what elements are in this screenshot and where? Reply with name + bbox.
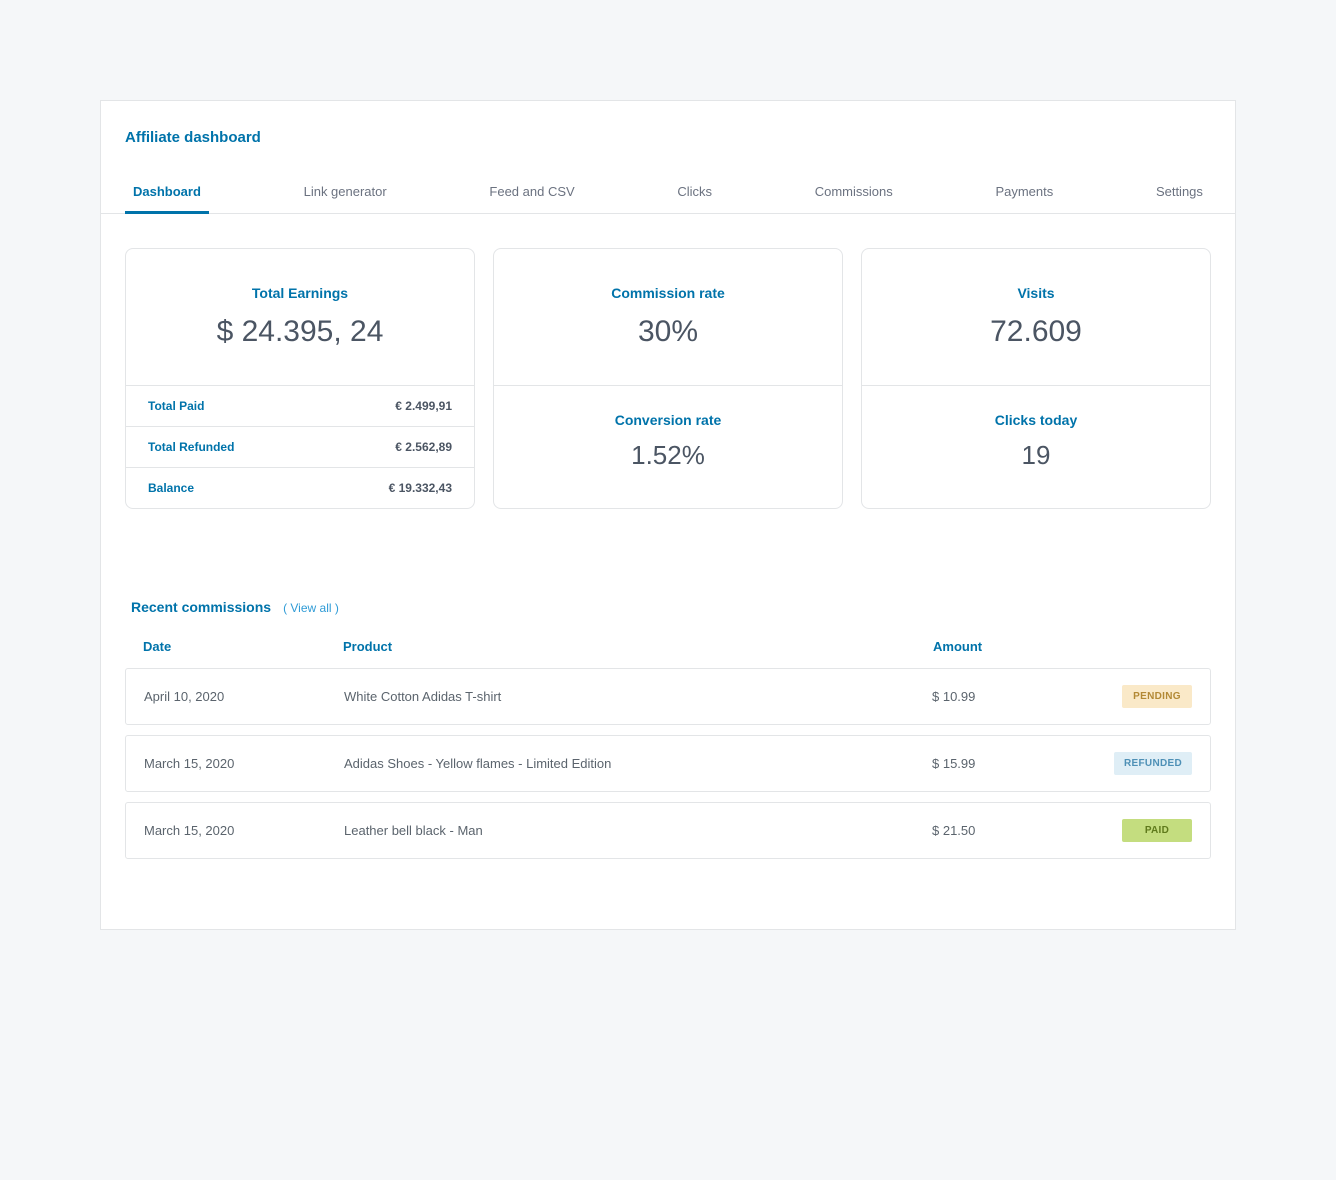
view-all-link[interactable]: ( View all ) bbox=[283, 601, 339, 615]
table-row: March 15, 2020 Adidas Shoes - Yellow fla… bbox=[125, 735, 1211, 792]
subrow-value: € 2.562,89 bbox=[395, 440, 452, 454]
card-earnings-top: Total Earnings $ 24.395, 24 bbox=[126, 249, 474, 385]
card-commission-rate-value: 30% bbox=[504, 315, 832, 349]
card-conversion: Conversion rate 1.52% bbox=[494, 385, 842, 501]
card-commission: Commission rate 30% Conversion rate 1.52… bbox=[493, 248, 843, 509]
row-product: Leather bell black - Man bbox=[344, 823, 932, 838]
row-date: April 10, 2020 bbox=[144, 689, 344, 704]
row-status: REFUNDED bbox=[1102, 752, 1192, 775]
card-earnings-subrows: Total Paid € 2.499,91 Total Refunded € 2… bbox=[126, 385, 474, 508]
tab-feed-csv[interactable]: Feed and CSV bbox=[481, 174, 582, 214]
card-conversion-rate-value: 1.52% bbox=[504, 440, 832, 471]
subrow-label: Balance bbox=[148, 481, 194, 495]
page-title: Affiliate dashboard bbox=[101, 129, 1235, 174]
table-header: Date Product Amount bbox=[125, 639, 1211, 668]
tab-dashboard[interactable]: Dashboard bbox=[125, 174, 209, 214]
tab-link-generator[interactable]: Link generator bbox=[296, 174, 395, 214]
card-commission-rate-label: Commission rate bbox=[504, 285, 832, 301]
card-commission-top: Commission rate 30% bbox=[494, 249, 842, 385]
subrow-value: € 2.499,91 bbox=[395, 399, 452, 413]
row-date: March 15, 2020 bbox=[144, 823, 344, 838]
status-badge-pending: PENDING bbox=[1122, 685, 1192, 708]
row-amount: $ 21.50 bbox=[932, 823, 1102, 838]
status-badge-paid: PAID bbox=[1122, 819, 1192, 842]
tab-settings[interactable]: Settings bbox=[1148, 174, 1211, 214]
row-status: PENDING bbox=[1102, 685, 1192, 708]
tab-payments[interactable]: Payments bbox=[987, 174, 1061, 214]
stat-cards: Total Earnings $ 24.395, 24 Total Paid €… bbox=[101, 214, 1235, 509]
dashboard-panel: Affiliate dashboard Dashboard Link gener… bbox=[100, 100, 1236, 930]
subrow-label: Total Refunded bbox=[148, 440, 234, 454]
subrow-total-paid: Total Paid € 2.499,91 bbox=[126, 386, 474, 427]
card-visits-top: Visits 72.609 bbox=[862, 249, 1210, 385]
card-visits-label: Visits bbox=[872, 285, 1200, 301]
col-header-status bbox=[1103, 639, 1193, 654]
subrow-value: € 19.332,43 bbox=[389, 481, 452, 495]
card-visits-value: 72.609 bbox=[872, 315, 1200, 349]
card-visits: Visits 72.609 Clicks today 19 bbox=[861, 248, 1211, 509]
row-product: White Cotton Adidas T-shirt bbox=[344, 689, 932, 704]
row-status: PAID bbox=[1102, 819, 1192, 842]
card-clicks-today: Clicks today 19 bbox=[862, 385, 1210, 501]
section-title: Recent commissions bbox=[131, 599, 271, 615]
card-clicks-today-label: Clicks today bbox=[872, 412, 1200, 428]
table-row: April 10, 2020 White Cotton Adidas T-shi… bbox=[125, 668, 1211, 725]
row-date: March 15, 2020 bbox=[144, 756, 344, 771]
status-badge-refunded: REFUNDED bbox=[1114, 752, 1192, 775]
col-header-product: Product bbox=[343, 639, 933, 654]
col-header-amount: Amount bbox=[933, 639, 1103, 654]
subrow-label: Total Paid bbox=[148, 399, 204, 413]
col-header-date: Date bbox=[143, 639, 343, 654]
row-product: Adidas Shoes - Yellow flames - Limited E… bbox=[344, 756, 932, 771]
row-amount: $ 10.99 bbox=[932, 689, 1102, 704]
card-earnings-value: $ 24.395, 24 bbox=[136, 315, 464, 349]
card-conversion-rate-label: Conversion rate bbox=[504, 412, 832, 428]
tabs: Dashboard Link generator Feed and CSV Cl… bbox=[101, 174, 1235, 214]
subrow-balance: Balance € 19.332,43 bbox=[126, 468, 474, 508]
table-row: March 15, 2020 Leather bell black - Man … bbox=[125, 802, 1211, 859]
subrow-total-refunded: Total Refunded € 2.562,89 bbox=[126, 427, 474, 468]
card-earnings: Total Earnings $ 24.395, 24 Total Paid €… bbox=[125, 248, 475, 509]
card-clicks-today-value: 19 bbox=[872, 440, 1200, 471]
row-amount: $ 15.99 bbox=[932, 756, 1102, 771]
card-earnings-label: Total Earnings bbox=[136, 285, 464, 301]
recent-commissions-section: Recent commissions ( View all ) Date Pro… bbox=[101, 509, 1235, 859]
tab-commissions[interactable]: Commissions bbox=[807, 174, 901, 214]
section-header: Recent commissions ( View all ) bbox=[125, 599, 1211, 615]
tab-clicks[interactable]: Clicks bbox=[669, 174, 720, 214]
